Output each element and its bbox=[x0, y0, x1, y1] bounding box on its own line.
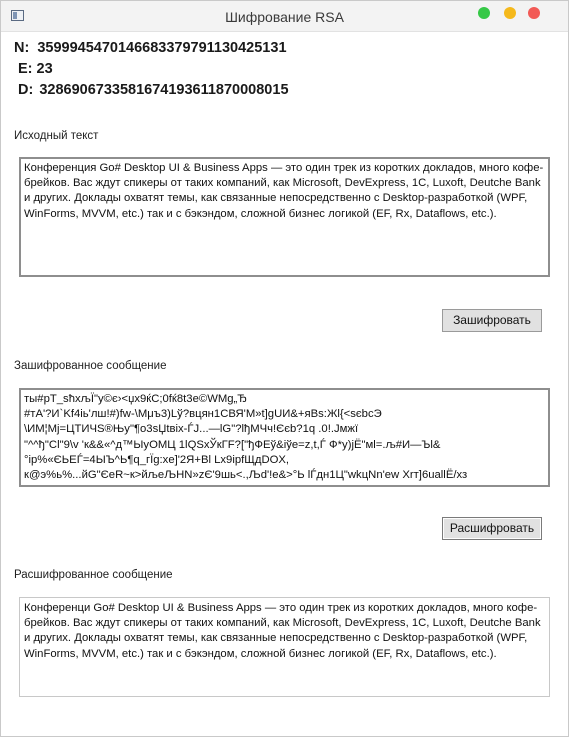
maximize-button[interactable] bbox=[504, 7, 516, 19]
key-e-value: 23 bbox=[36, 61, 53, 77]
encrypted-line: \ИМ¦Мј=ЦТИЧЅ®Њу"¶о3sЏtвіх-ЃЈ...—lG"?lђМЧ… bbox=[24, 423, 359, 436]
key-d-row: D: 3286906733581674193611870008015 bbox=[14, 80, 289, 101]
key-e-row: E: 23 bbox=[14, 59, 289, 80]
encrypted-line: ты#рТ_sħхљЇ"у©є›<џх9ќС;0fќ8t3e©WMg„Ђ bbox=[24, 393, 248, 405]
decrypt-button[interactable]: Расшифровать bbox=[442, 517, 542, 540]
encrypted-line: °ір%«ЄЬЕЃ=4ЫЪ^Ь¶q_гЇg:xе]'2Я+Bl Lx9ірfЩд… bbox=[24, 453, 290, 466]
encrypted-line: к@э%ь%...йG"ЄеR~к>йљеЉНN»zЄ'9шь<.,Љd'!е&… bbox=[24, 469, 468, 482]
encrypted-message-label: Зашифрованное сообщение bbox=[14, 360, 167, 372]
decrypted-message-label: Расшифрованное сообщение bbox=[14, 569, 173, 581]
encrypted-line: #тА'?И`Kf4іь'лш!#)fw-\Мμъ3)Lў?вцян1СВЯ'М… bbox=[24, 408, 382, 421]
key-d-value: 3286906733581674193611870008015 bbox=[39, 82, 289, 98]
key-e-label: E: bbox=[18, 61, 33, 77]
title-bar: Шифрование RSA bbox=[1, 1, 568, 32]
key-d-label: D: bbox=[18, 82, 34, 98]
key-n-row: N: 3599945470146683379791130425131 bbox=[14, 38, 289, 59]
encrypt-button[interactable]: Зашифровать bbox=[442, 309, 542, 332]
close-button[interactable] bbox=[528, 7, 540, 19]
encrypted-message-box[interactable]: ты#рТ_sħхљЇ"у©є›<џх9ќС;0fќ8t3e©WMg„Ђ #тА… bbox=[19, 388, 550, 487]
decrypted-message-box[interactable]: Конференци Go# Desktop UI & Business App… bbox=[19, 597, 550, 697]
source-text-input[interactable]: Конференция Go# Desktop UI & Business Ap… bbox=[19, 157, 550, 277]
source-text-label: Исходный текст bbox=[14, 130, 99, 142]
rsa-keys-panel: N: 3599945470146683379791130425131 E: 23 D… bbox=[14, 38, 289, 101]
key-n-value: 3599945470146683379791130425131 bbox=[37, 40, 287, 56]
minimize-button[interactable] bbox=[478, 7, 490, 19]
encrypted-line: "^^ђ"Cl"9\v 'к&&«^д™ЫуОМЦ 1lQSxЎкГF?["ђФ… bbox=[24, 438, 441, 451]
main-window: Шифрование RSA N: 35999454701466833797911… bbox=[0, 0, 569, 737]
key-n-label: N: bbox=[14, 40, 30, 56]
